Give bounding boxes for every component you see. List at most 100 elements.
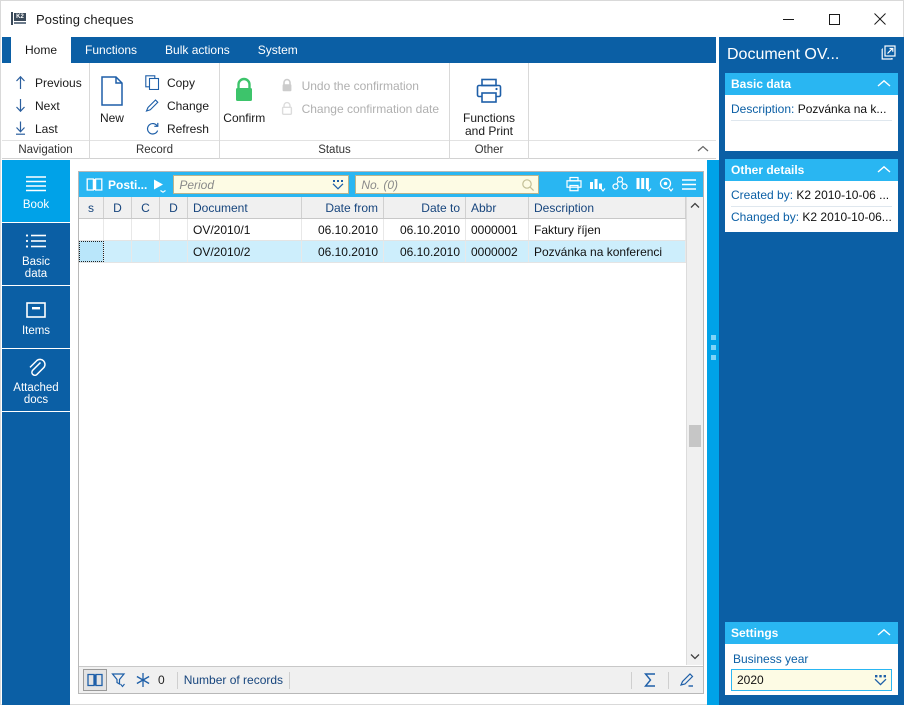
change-button[interactable]: Change: [140, 94, 213, 117]
maximize-icon[interactable]: [811, 1, 857, 37]
copy-label: Copy: [167, 76, 195, 90]
cell-document: OV/2010/2: [188, 241, 302, 262]
minimize-icon[interactable]: [765, 1, 811, 37]
copy-button[interactable]: Copy: [140, 71, 213, 94]
sidebar-item-basic-data[interactable]: Basic data: [2, 223, 70, 286]
period-filter-value: Period: [174, 178, 328, 192]
detail-panel: Document OV... Basic data Descr: [719, 37, 904, 705]
sidebar-item-attached-docs-label-line1: Attached: [13, 382, 58, 394]
column-header-d2[interactable]: D: [160, 197, 188, 218]
functions-and-print-button[interactable]: Functions and Print: [450, 68, 528, 138]
business-year-field[interactable]: 2020: [731, 669, 892, 691]
detail-section-basic-data-header[interactable]: Basic data: [725, 73, 898, 95]
book-icon[interactable]: [83, 669, 107, 691]
column-header-document[interactable]: Document: [188, 197, 302, 218]
print-icon[interactable]: [562, 174, 585, 195]
sidebar-item-book[interactable]: Book: [2, 160, 70, 223]
new-button[interactable]: New: [90, 68, 134, 125]
grid-vertical-scrollbar[interactable]: [686, 197, 703, 665]
status-divider: [668, 672, 669, 689]
column-header-description[interactable]: Description: [529, 197, 686, 218]
tab-bulk-actions[interactable]: Bulk actions: [151, 37, 244, 63]
chart-bar-icon[interactable]: [585, 174, 608, 195]
chevron-up-icon[interactable]: [687, 197, 703, 214]
no-filter-field[interactable]: No. (0): [355, 175, 539, 194]
ribbon-tab-bar: Home Functions Bulk actions System: [2, 37, 716, 63]
cell-date-to: 06.10.2010: [384, 241, 466, 262]
table-row[interactable]: OV/2010/1 06.10.2010 06.10.2010 0000001 …: [79, 219, 686, 241]
next-button[interactable]: Next: [8, 94, 86, 117]
detail-row-changed-by: Changed by: K2 2010-10-06...: [731, 207, 892, 228]
column-header-d1[interactable]: D: [104, 197, 132, 218]
refresh-button[interactable]: Refresh: [140, 117, 213, 140]
tab-functions[interactable]: Functions: [71, 37, 151, 63]
undo-confirmation-button[interactable]: Undo the confirmation: [275, 74, 443, 97]
column-header-date-to[interactable]: Date to: [384, 197, 466, 218]
menu-hamburger-icon[interactable]: [677, 174, 700, 195]
chevron-up-icon[interactable]: [876, 77, 892, 91]
detail-section-other-details-header[interactable]: Other details: [725, 159, 898, 181]
snowflake-icon[interactable]: [131, 669, 155, 691]
frozen-count: 0: [158, 673, 165, 687]
ribbon-panel: Previous Next Last: [2, 63, 716, 159]
application-window: K2 Posting cheques Home Functions Bulk a…: [0, 0, 904, 705]
dropdown-dots-icon[interactable]: [869, 674, 891, 687]
book-icon[interactable]: [83, 177, 105, 192]
change-label: Change: [167, 99, 209, 113]
search-icon[interactable]: [518, 178, 538, 192]
change-confirmation-date-label: Change confirmation date: [302, 102, 439, 116]
detail-section-basic-data: Basic data Description: Pozvánka na k...: [725, 73, 898, 151]
confirm-button[interactable]: Confirm: [220, 68, 269, 125]
filter-icon[interactable]: [107, 669, 131, 691]
column-header-abbr[interactable]: Abbr: [466, 197, 529, 218]
detail-row-description-label: Description:: [731, 102, 794, 116]
grid-title: Posti...: [108, 178, 147, 192]
grid-header-row: s D C D Document Date from Date to Abbr …: [79, 197, 703, 219]
column-header-s[interactable]: s: [79, 197, 104, 218]
cell-c: [132, 219, 160, 240]
cell-date-from: 06.10.2010: [302, 219, 384, 240]
scrollbar-thumb[interactable]: [689, 425, 701, 447]
table-row[interactable]: OV/2010/2 06.10.2010 06.10.2010 0000002 …: [79, 241, 686, 263]
detail-row-changed-by-value: K2 2010-10-06...: [802, 210, 891, 224]
chevron-up-icon[interactable]: [696, 143, 710, 157]
tab-system[interactable]: System: [244, 37, 312, 63]
sigma-icon[interactable]: [638, 669, 662, 691]
detail-section-settings-header[interactable]: Settings: [725, 622, 898, 644]
chevron-up-icon[interactable]: [876, 163, 892, 177]
previous-button[interactable]: Previous: [8, 71, 86, 94]
grey-padlock-icon: [279, 77, 296, 94]
close-icon[interactable]: [857, 1, 903, 37]
chevron-up-icon[interactable]: [876, 626, 892, 640]
change-confirmation-date-button[interactable]: Change confirmation date: [275, 97, 443, 120]
cell-date-from: 06.10.2010: [302, 241, 384, 262]
tab-home[interactable]: Home: [11, 37, 71, 63]
sidebar-item-basic-data-label-line1: Basic: [22, 256, 50, 268]
detail-section-basic-data-title: Basic data: [731, 77, 791, 91]
detail-section-settings-title: Settings: [731, 626, 778, 640]
play-triangle-icon[interactable]: [147, 177, 171, 193]
column-header-c[interactable]: C: [132, 197, 160, 218]
cell-abbr: 0000002: [466, 241, 529, 262]
chevron-down-icon[interactable]: [687, 648, 703, 665]
dropdown-dots-icon[interactable]: [328, 179, 348, 191]
detail-row-description-value: Pozvánka na k...: [798, 102, 887, 116]
last-button[interactable]: Last: [8, 117, 86, 140]
arrow-down-icon: [12, 97, 29, 114]
grid-status-bar: 0 Number of records: [79, 666, 703, 693]
column-header-date-from[interactable]: Date from: [302, 197, 384, 218]
pivot-icon[interactable]: [608, 174, 631, 195]
cell-description: Pozvánka na konferenci: [529, 241, 686, 262]
external-link-icon[interactable]: [881, 45, 896, 65]
sidebar-item-items[interactable]: Items: [2, 286, 70, 349]
status-divider: [631, 672, 632, 689]
period-filter-field[interactable]: Period: [173, 175, 349, 194]
arrow-down-to-line-icon: [12, 120, 29, 137]
ribbon-group-record: New Copy Change: [90, 63, 220, 159]
group-title-navigation: Navigation: [2, 140, 89, 159]
pencil-icon[interactable]: [675, 669, 699, 691]
gear-icon[interactable]: [654, 174, 677, 195]
columns-icon[interactable]: [631, 174, 654, 195]
vertical-splitter[interactable]: [707, 160, 719, 705]
sidebar-item-attached-docs[interactable]: Attached docs: [2, 349, 70, 412]
